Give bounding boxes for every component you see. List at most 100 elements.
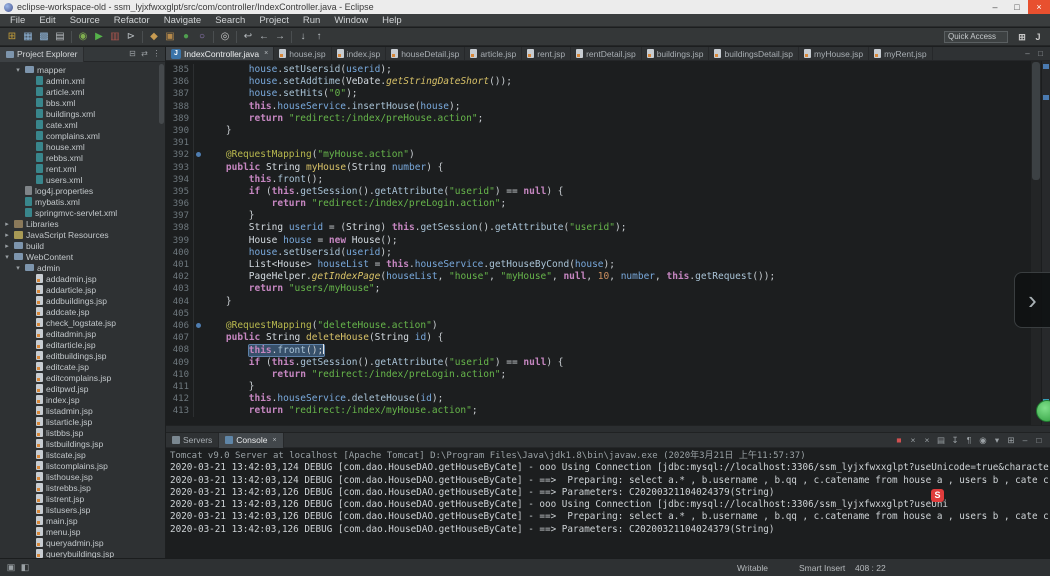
minimize-view-icon[interactable]: – [1022,47,1033,61]
tree-item[interactable]: complains.xml [0,130,165,141]
last-edit-location-icon[interactable]: ↩ [240,30,256,44]
scroll-lock-icon[interactable]: ↧ [949,433,961,447]
code-line[interactable]: 410 return "redirect:/index/preLogin.act… [166,368,1031,381]
new-class-icon[interactable]: ● [178,30,194,44]
editor-scrollbar-thumb[interactable] [1032,62,1040,180]
run-external-tools-icon[interactable]: ⊳ [123,30,139,44]
code-line[interactable]: 398 String userid = (String) this.getSes… [166,222,1031,235]
tree-item[interactable]: listcomplains.jsp [0,460,165,471]
code-line[interactable]: 407 public String deleteHouse(String id)… [166,332,1031,345]
open-perspective-icon[interactable]: ⊞ [1014,30,1030,44]
minimize-view-icon[interactable]: – [1019,433,1031,447]
code-line[interactable]: 403 return "users/myHouse"; [166,283,1031,296]
tree-item[interactable]: ▾ mapper [0,64,165,75]
tree-item[interactable]: addarticle.jsp [0,284,165,295]
tree-item[interactable]: listadmin.jsp [0,405,165,416]
tree-item[interactable]: main.jsp [0,515,165,526]
display-selected-console-icon[interactable]: ▾ [991,433,1003,447]
tree-item[interactable]: editbuildings.jsp [0,350,165,361]
code-line[interactable]: 411 } [166,380,1031,394]
code-line[interactable]: 401 List<House> houseList = this.houseSe… [166,259,1031,272]
twistie-icon[interactable]: ▾ [14,66,22,74]
twistie-icon[interactable]: ▸ [3,220,11,228]
code-line[interactable]: 402 PageHelper.getIndexPage(houseList, "… [166,271,1031,284]
close-tab-icon[interactable]: × [264,50,268,57]
editor-tab[interactable]: myHouse.jsp [799,47,870,60]
code-editor[interactable]: 385 house.setUsersid(userid); 386 house.s… [166,61,1050,425]
menu-run[interactable]: Run [296,15,327,26]
code-line[interactable]: 412 this.houseService.deleteHouse(id); [166,393,1031,406]
menu-help[interactable]: Help [375,15,409,26]
tree-item[interactable]: listarticle.jsp [0,416,165,427]
clear-console-icon[interactable]: ▤ [935,433,947,447]
tree-item[interactable]: editadmin.jsp [0,328,165,339]
new-wizard-icon[interactable]: ⊞ [4,30,20,44]
tree-item[interactable]: menu.jsp [0,526,165,537]
java-perspective-icon[interactable]: J [1030,30,1046,44]
tree-item[interactable]: addcate.jsp [0,306,165,317]
search-icon[interactable]: ◎ [217,30,233,44]
code-line[interactable]: 395 if (this.getSession().getAttribute("… [166,185,1031,199]
code-line[interactable]: 404 } [166,295,1031,308]
pin-console-icon[interactable]: ◉ [977,433,989,447]
tree-item[interactable]: editcate.jsp [0,361,165,372]
code-line[interactable]: 393 public String myHouse(String number)… [166,161,1031,174]
run-icon[interactable]: ▶ [91,30,107,44]
code-line[interactable]: 405 [166,307,1031,320]
tree-item[interactable]: users.xml [0,174,165,185]
edit-mode-icon[interactable]: ◧ [18,562,32,573]
tree-item[interactable]: ▾ WebContent [0,251,165,262]
menu-file[interactable]: File [3,15,32,26]
code-line[interactable]: 390 } [166,124,1031,138]
tree-item[interactable]: house.xml [0,141,165,152]
menu-refactor[interactable]: Refactor [107,15,157,26]
print-icon[interactable]: ▤ [52,30,68,44]
tree-item[interactable]: listbuildings.jsp [0,438,165,449]
new-interface-icon[interactable]: ○ [194,30,210,44]
twistie-icon[interactable]: ▸ [3,242,11,250]
tree-item[interactable]: editcomplains.jsp [0,372,165,383]
menu-source[interactable]: Source [63,15,107,26]
code-line[interactable]: 391 [166,137,1031,150]
selection-info-icon[interactable]: ▣ [4,562,18,573]
tree-item[interactable]: listrebbs.jsp [0,482,165,493]
tree-item[interactable]: addadmin.jsp [0,273,165,284]
editor-tab[interactable]: houseDetail.jsp [386,47,466,60]
twistie-icon[interactable]: ▸ [3,231,11,239]
close-view-icon[interactable]: × [272,437,276,444]
tree-item[interactable]: rent.xml [0,163,165,174]
tab-project-explorer[interactable]: Project Explorer [0,46,85,62]
code-line[interactable]: 386 house.setAddtime(VeDate.getStringDat… [166,76,1031,89]
code-line[interactable]: 413 return "redirect:/index/myHouse.acti… [166,405,1031,418]
maximize-button[interactable]: □ [1006,0,1028,14]
console-tab-servers[interactable]: Servers [166,432,220,448]
tree-item[interactable]: listbbs.jsp [0,427,165,438]
tree-item[interactable]: mybatis.xml [0,196,165,207]
tree-item[interactable]: ▸ Libraries [0,218,165,229]
next-annotation-icon[interactable]: ↓ [295,30,311,44]
tree-item[interactable]: querybuildings.jsp [0,548,165,558]
editor-console-sash[interactable] [166,425,1050,433]
forward-icon[interactable]: → [272,30,288,44]
new-package-icon[interactable]: ▣ [162,30,178,44]
console-tab-console[interactable]: Console × [219,432,284,448]
save-all-icon[interactable]: ▩ [36,30,52,44]
tree-item[interactable]: listusers.jsp [0,504,165,515]
tree-item[interactable]: listrent.jsp [0,493,165,504]
tree-item[interactable]: queryadmin.jsp [0,537,165,548]
editor-tab[interactable]: house.jsp [274,47,332,60]
editor-tab[interactable]: rentDetail.jsp [571,47,642,60]
tree-item[interactable]: article.xml [0,86,165,97]
debug-icon[interactable]: ◉ [75,30,91,44]
open-console-icon[interactable]: ⊞ [1005,433,1017,447]
tree-item[interactable]: check_logstate.jsp [0,317,165,328]
tree-item[interactable]: log4j.properties [0,185,165,196]
view-menu-icon[interactable]: ⋮ [151,47,162,61]
tree-item[interactable]: listcate.jsp [0,449,165,460]
word-wrap-icon[interactable]: ¶ [963,433,975,447]
editor-tab[interactable]: rent.jsp [522,47,572,60]
overlay-next-arrow[interactable]: › [1014,272,1050,328]
close-button[interactable]: × [1028,0,1050,14]
editor-tab[interactable]: myRent.jsp [869,47,933,60]
menu-edit[interactable]: Edit [32,15,62,26]
